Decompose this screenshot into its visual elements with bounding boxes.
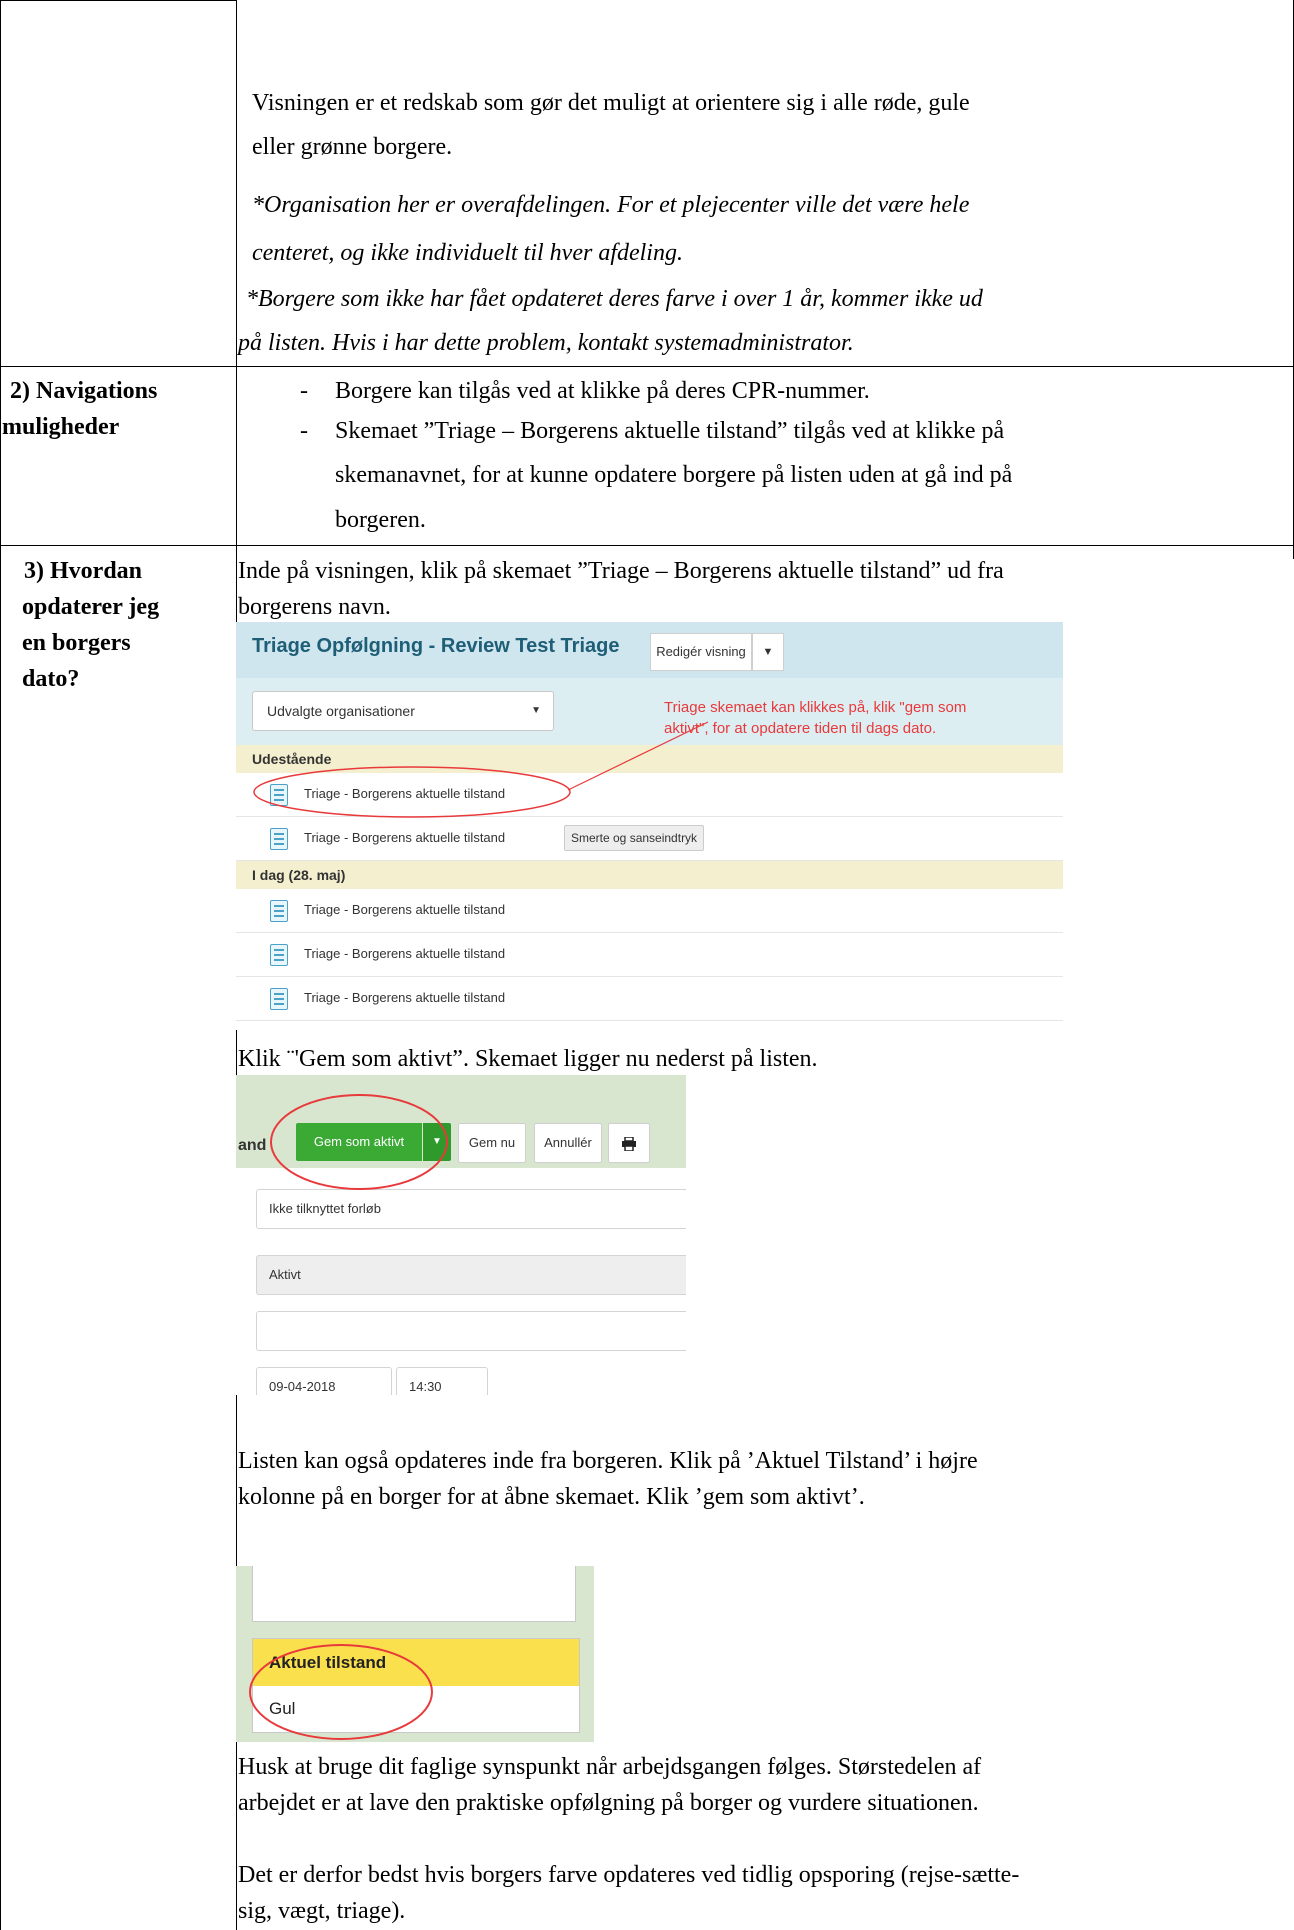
paragraph: Husk at bruge dit faglige synspunkt når … <box>238 1754 982 1780</box>
paragraph: kolonne på en borger for at åbne skemaet… <box>238 1484 865 1510</box>
bullet-marker: - <box>300 378 308 404</box>
annotation-pointer <box>567 721 709 791</box>
screenshot-save-toolbar: and Gem som aktivt ▼ Gem nu Annullér Ikk… <box>236 1075 686 1395</box>
paragraph: arbejdet er at lave den praktiske opfølg… <box>238 1790 979 1816</box>
section3-heading: dato? <box>22 666 80 692</box>
bullet-item: skemanavnet, for at kunne opdatere borge… <box>335 462 1013 488</box>
table-border-top <box>0 0 237 1</box>
paragraph: sig, vægt, triage). <box>238 1898 406 1924</box>
annotation-overlay <box>253 721 709 818</box>
annotation-overlay <box>270 1094 448 1190</box>
annotation-overlay <box>249 1644 433 1740</box>
annotation-ellipse <box>253 766 571 818</box>
screenshot-current-state: Aktuel tilstand Gul <box>236 1566 594 1742</box>
table-row-divider <box>0 545 1294 546</box>
paragraph: Inde på visningen, klik på skemaet ”Tria… <box>238 558 1004 584</box>
paragraph: Listen kan også opdateres inde fra borge… <box>238 1448 978 1474</box>
paragraph: Klik ¨'Gem som aktivt”. Skemaet ligger n… <box>238 1046 818 1072</box>
bullet-item: Skemaet ”Triage – Borgerens aktuelle til… <box>335 418 1005 444</box>
screenshot-triage-view: Triage Opfølgning - Review Test Triage R… <box>236 622 1063 1030</box>
bullet-item: borgeren. <box>335 507 426 533</box>
intro-note: *Borgere som ikke har fået opdateret der… <box>246 286 983 312</box>
section3-heading: en borgers <box>22 630 131 656</box>
intro-note: *Organisation her er overafdelingen. For… <box>252 192 970 218</box>
table-row-divider <box>0 366 1294 367</box>
intro-note: på listen. Hvis i har dette problem, kon… <box>238 330 854 356</box>
annotation-ellipse <box>270 1094 448 1190</box>
bullet-item: Borgere kan tilgås ved at klikke på dere… <box>335 378 870 404</box>
intro-line: eller grønne borgere. <box>252 134 453 160</box>
paragraph: borgerens navn. <box>238 594 391 620</box>
intro-line: Visningen er et redskab som gør det muli… <box>252 90 970 116</box>
section3-heading: opdaterer jeg <box>22 594 160 620</box>
bullet-marker: - <box>300 418 308 444</box>
annotation-ellipse <box>249 1644 433 1740</box>
paragraph: Det er derfor bedst hvis borgers farve o… <box>238 1862 1020 1888</box>
section2-heading: muligheder <box>2 414 120 440</box>
section3-heading: 3) Hvordan <box>24 558 143 584</box>
section2-heading: 2) Navigations <box>10 378 158 404</box>
table-border-left <box>0 0 1 1930</box>
intro-note: centeret, og ikke individuelt til hver a… <box>252 240 683 266</box>
